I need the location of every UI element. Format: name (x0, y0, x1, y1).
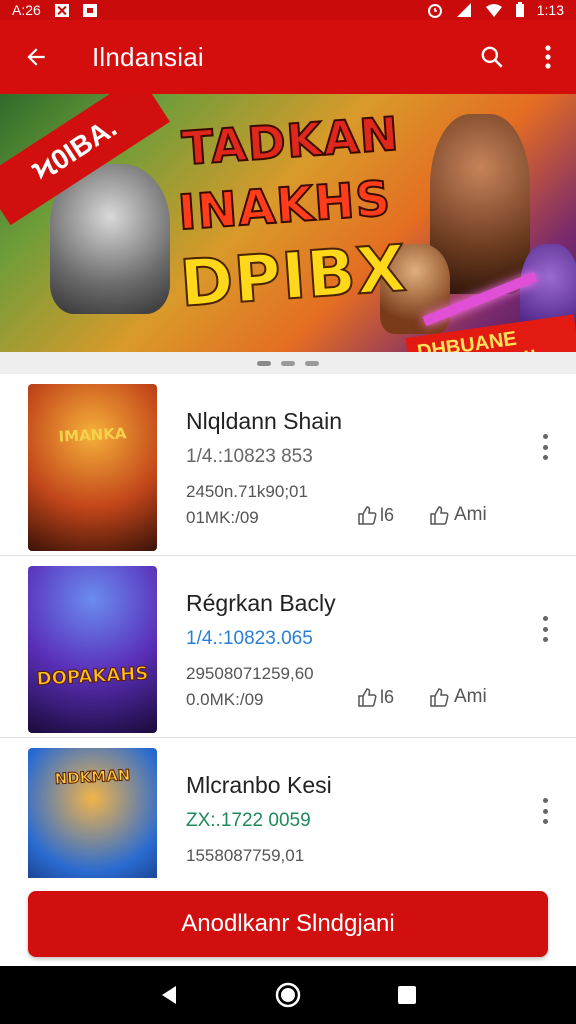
game-thumbnail[interactable]: DOPAKAHS (28, 566, 157, 733)
share-button[interactable]: Ami (428, 686, 487, 708)
banner-title-line2: INAKHS (175, 170, 394, 243)
thumbs-up-icon (430, 506, 449, 525)
item-overflow-button[interactable] (534, 796, 556, 826)
notification-app-icon (82, 3, 97, 17)
carousel-dot[interactable] (257, 360, 271, 366)
nav-back-icon[interactable] (157, 983, 181, 1007)
game-thumbnail[interactable]: IMANKA (28, 384, 157, 551)
game-meta: 0.0MK:/09 (186, 690, 264, 709)
search-icon (481, 46, 503, 68)
item-overflow-button[interactable] (534, 432, 556, 462)
share-label: Ami (454, 686, 487, 707)
game-code: 1/4.:10823.065 (186, 628, 313, 649)
app-bar: Ilndansiai (0, 20, 576, 94)
like-count: l6 (380, 504, 395, 525)
game-meta: 1558087759,01 (186, 846, 305, 865)
game-thumbnail[interactable]: NDKMAN (28, 748, 157, 878)
signal-icon (456, 3, 471, 17)
nav-recents-icon[interactable] (395, 983, 419, 1007)
banner-title-line1: TADKAN (179, 105, 402, 176)
list-item[interactable]: NDKMAN Mlcranbo Kesi ZX:.1722 0059 15580… (0, 738, 576, 878)
alarm-icon (427, 4, 442, 18)
game-meta: 01MK:/09 (186, 508, 259, 527)
arrow-left-icon (27, 48, 45, 66)
notification-x-icon (54, 3, 69, 17)
game-list: IMANKA Nlqldann Shain 1/4.:10823 853 245… (0, 374, 576, 878)
wifi-icon (485, 4, 502, 17)
game-name: Nlqldann Shain (186, 408, 343, 434)
status-time-left: A:26 (12, 2, 41, 18)
thumbs-up-icon (358, 688, 377, 707)
thumbs-up-icon (430, 688, 449, 707)
carousel-dot[interactable] (305, 360, 319, 366)
game-meta: 2450n.71k90;01 (186, 482, 308, 501)
battery-icon (515, 2, 524, 17)
status-bar: A:26 1:13 (0, 0, 576, 20)
game-name: Régrkan Bacly (186, 590, 336, 616)
thumbnail-text: NDKMAN (54, 766, 132, 789)
carousel-indicator (0, 352, 576, 374)
game-name: Mlcranbo Kesi (186, 772, 332, 798)
thumbs-up-icon (358, 506, 377, 525)
game-meta: 29508071259,60 (186, 664, 314, 683)
share-button[interactable]: Ami (428, 504, 487, 526)
game-code: 1/4.:10823 853 (186, 446, 313, 467)
overflow-menu-button[interactable] (520, 20, 576, 94)
primary-action-button[interactable]: Anodlkanr Slndgjani (28, 891, 548, 957)
list-item[interactable]: IMANKA Nlqldann Shain 1/4.:10823 853 245… (0, 374, 576, 556)
page-title: Ilndansiai (92, 41, 204, 72)
like-count: l6 (380, 686, 395, 707)
game-code: ZX:.1722 0059 (186, 810, 311, 831)
carousel-dot[interactable] (281, 360, 295, 366)
thumbnail-text: DOPAKAHS (36, 663, 150, 691)
status-time-right: 1:13 (536, 2, 564, 18)
promo-banner[interactable]: Ϟ0IBA. TADKAN INAKHS DPIBX DHBUANE NEEKI… (0, 94, 576, 352)
banner-title-line3: DPIBX (177, 231, 411, 323)
back-button[interactable] (0, 20, 72, 94)
item-overflow-button[interactable] (534, 614, 556, 644)
system-nav-bar (0, 966, 576, 1024)
search-button[interactable] (464, 20, 520, 94)
like-button[interactable]: l6 (356, 504, 394, 526)
nav-home-icon[interactable] (274, 981, 302, 1009)
thumbnail-text: IMANKA (58, 424, 127, 446)
like-button[interactable]: l6 (356, 686, 394, 708)
more-vert-icon (545, 45, 551, 69)
share-label: Ami (454, 504, 487, 525)
list-item[interactable]: DOPAKAHS Régrkan Bacly 1/4.:10823.065 29… (0, 556, 576, 738)
